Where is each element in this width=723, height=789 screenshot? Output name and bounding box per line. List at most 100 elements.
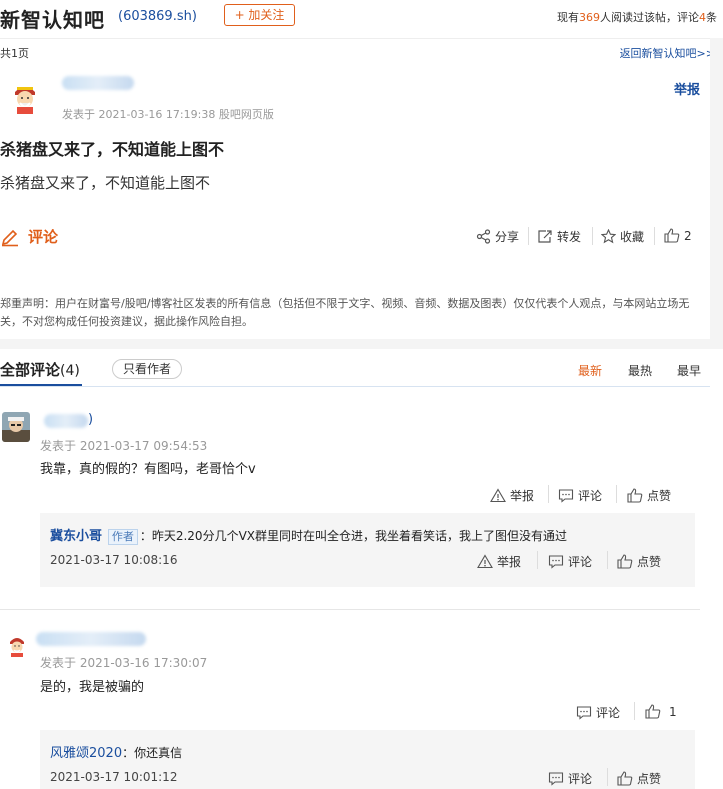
reply-text: ：昨天2.20分几个VX群里同时在叫全仓进，我坐着看笑话，我上了图但没有通过 bbox=[139, 529, 567, 543]
read-stats: 现有369人阅读过该帖，评论4条 bbox=[557, 9, 717, 25]
thumbs-up-icon bbox=[617, 554, 633, 569]
reader-count: 369 bbox=[579, 11, 600, 24]
comments-header-divider bbox=[0, 386, 710, 387]
reply-box: 风雅颂2020：你还真信 2021-03-17 10:01:12 评论 点赞 bbox=[40, 730, 695, 789]
author-badge: 作者 bbox=[107, 529, 138, 545]
comment-icon bbox=[576, 706, 592, 720]
thumbs-up-icon bbox=[645, 704, 661, 719]
action-separator bbox=[528, 227, 529, 245]
comment-reply-button[interactable]: 评论 bbox=[558, 487, 602, 504]
like-count: 2 bbox=[684, 228, 692, 243]
like-button[interactable]: 2 bbox=[664, 228, 692, 243]
comment-report-label: 举报 bbox=[510, 489, 535, 503]
reply-reply-label: 评论 bbox=[568, 772, 593, 786]
comment-reply-button[interactable]: 评论 bbox=[576, 704, 620, 721]
user-photo-avatar-icon bbox=[2, 412, 30, 442]
avatar[interactable] bbox=[8, 80, 42, 114]
comment-time: 发表于 2021-03-16 17:30:07 bbox=[40, 656, 208, 670]
thumbs-up-icon bbox=[664, 228, 680, 243]
back-to-bar-link[interactable]: 返回新智认知吧>> bbox=[620, 45, 715, 61]
stock-code[interactable]: (603869.sh) bbox=[118, 9, 197, 24]
forward-icon bbox=[538, 230, 552, 243]
reply-reply-label: 评论 bbox=[568, 555, 593, 569]
bar-title[interactable]: 新智认知吧 bbox=[0, 4, 105, 33]
reply-time: 2021-03-17 10:08:16 bbox=[50, 553, 178, 567]
comments-title: 全部评论(4) bbox=[0, 359, 80, 380]
header-divider bbox=[0, 38, 723, 39]
action-separator bbox=[592, 227, 593, 245]
commenter-name-blurred[interactable] bbox=[36, 632, 146, 646]
reply-line: 风雅颂2020：你还真信 bbox=[50, 742, 182, 761]
thumbs-up-icon bbox=[617, 771, 633, 786]
comment-reply-label: 评论 bbox=[578, 489, 603, 503]
reply-report-label: 举报 bbox=[497, 555, 522, 569]
warning-icon bbox=[490, 488, 506, 503]
comment-button-label: 评论 bbox=[28, 228, 59, 246]
reply-user[interactable]: 风雅颂2020 bbox=[50, 746, 122, 761]
comment-divider bbox=[0, 609, 700, 610]
author-only-button[interactable]: 只看作者 bbox=[112, 359, 182, 379]
comment-icon bbox=[558, 489, 574, 503]
section-gap bbox=[0, 339, 723, 349]
author-name-blurred[interactable] bbox=[62, 76, 134, 90]
stats-prefix: 现有 bbox=[557, 11, 579, 24]
reply-time: 2021-03-17 10:01:12 bbox=[50, 770, 178, 784]
action-separator bbox=[537, 551, 538, 569]
thumbs-up-icon bbox=[627, 488, 643, 503]
reply-line: 冀东小哥 作者 ：昨天2.20分几个VX群里同时在叫全仓进，我坐着看笑话，我上了图… bbox=[50, 525, 567, 545]
sort-hottest[interactable]: 最热 bbox=[628, 362, 652, 379]
comment-reply-label: 评论 bbox=[596, 706, 621, 720]
action-separator bbox=[634, 702, 635, 720]
action-separator bbox=[548, 485, 549, 503]
action-separator bbox=[607, 551, 608, 569]
commenter-name-blurred[interactable] bbox=[44, 414, 88, 428]
comment-icon bbox=[548, 772, 564, 786]
reply-user[interactable]: 冀东小哥 bbox=[50, 529, 102, 544]
comment-like-count: 1 bbox=[669, 704, 677, 719]
caishen-avatar-icon bbox=[6, 633, 28, 657]
action-separator bbox=[616, 485, 617, 503]
avatar[interactable] bbox=[6, 633, 28, 657]
forward-label: 转发 bbox=[557, 230, 582, 244]
forward-button[interactable]: 转发 bbox=[537, 228, 581, 245]
disclaimer: 郑重声明：用户在财富号/股吧/博客社区发表的所有信息（包括但不限于文字、视频、音… bbox=[0, 297, 690, 328]
reply-box: 冀东小哥 作者 ：昨天2.20分几个VX群里同时在叫全仓进，我坐着看笑话，我上了图… bbox=[40, 513, 695, 587]
report-link[interactable]: 举报 bbox=[674, 79, 700, 98]
post-title: 杀猪盘又来了，不知道能上图不 bbox=[0, 140, 225, 159]
reply-like-button[interactable]: 点赞 bbox=[617, 553, 661, 570]
share-button[interactable]: 分享 bbox=[476, 228, 519, 245]
caishen-avatar-icon bbox=[8, 80, 42, 114]
collect-label: 收藏 bbox=[620, 230, 645, 244]
comments-count: (4) bbox=[60, 363, 80, 379]
follow-button[interactable]: + 加关注 bbox=[224, 4, 295, 26]
comment-text: 是的，我是被骗的 bbox=[40, 680, 145, 695]
right-gutter bbox=[710, 38, 723, 339]
comment-report-button[interactable]: 举报 bbox=[490, 487, 534, 504]
share-label: 分享 bbox=[495, 230, 520, 244]
post-time-source: 发表于 2021-03-16 17:19:38 股吧网页版 bbox=[62, 108, 274, 121]
post-body: 杀猪盘又来了，不知道能上图不 bbox=[0, 174, 211, 192]
reply-like-button[interactable]: 点赞 bbox=[617, 770, 661, 787]
page-count: 共1页 bbox=[0, 47, 29, 60]
reply-like-label: 点赞 bbox=[637, 555, 662, 569]
avatar[interactable] bbox=[2, 412, 30, 442]
comment-like-label: 点赞 bbox=[647, 489, 672, 503]
reply-reply-button[interactable]: 评论 bbox=[548, 770, 592, 787]
comment-like-button[interactable]: 点赞 bbox=[627, 487, 671, 504]
commenter-name-tail[interactable]: ) bbox=[88, 412, 93, 427]
stats-mid: 人阅读过该帖，评论 bbox=[600, 11, 699, 24]
reply-reply-button[interactable]: 评论 bbox=[548, 553, 592, 570]
reply-text: ：你还真信 bbox=[122, 746, 183, 760]
comment-button[interactable]: 评论 bbox=[0, 226, 58, 247]
pencil-icon bbox=[1, 229, 18, 246]
reply-report-button[interactable]: 举报 bbox=[477, 553, 521, 570]
action-separator bbox=[654, 227, 655, 245]
collect-button[interactable]: 收藏 bbox=[601, 228, 644, 245]
star-icon bbox=[601, 229, 616, 244]
sort-earliest[interactable]: 最早 bbox=[677, 362, 701, 379]
comment-time: 发表于 2021-03-17 09:54:53 bbox=[40, 439, 208, 453]
action-separator bbox=[607, 768, 608, 786]
share-icon bbox=[476, 229, 491, 244]
sort-newest[interactable]: 最新 bbox=[578, 362, 602, 379]
comment-like-button[interactable]: 1 bbox=[645, 704, 677, 719]
